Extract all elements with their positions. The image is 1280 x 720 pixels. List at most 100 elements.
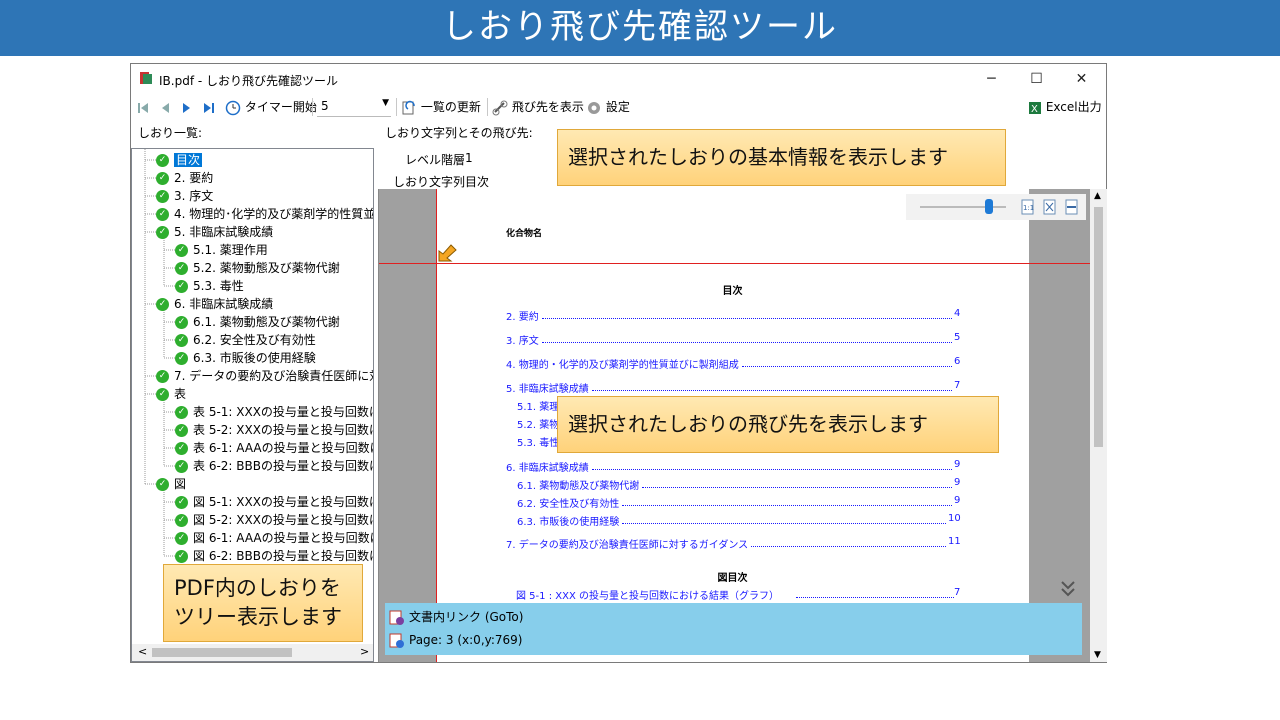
show-target-button[interactable]: 飛び先を表示 [492, 97, 584, 117]
refresh-list-button[interactable]: 一覧の更新 [401, 97, 481, 117]
tree-item[interactable]: ✓ 5.1. 薬理作用 [175, 241, 268, 259]
seconds-combobox[interactable]: 5 ▼ [317, 97, 391, 117]
target-panel-label: しおり文字列とその飛び先: [385, 126, 533, 140]
tree-item[interactable]: ✓ 図 [156, 475, 186, 493]
tree-item[interactable]: ✓ 表 5-2: XXXの投与量と投与回数にお [175, 421, 374, 439]
scroll-up-icon[interactable]: ▲ [1094, 191, 1101, 201]
toc-entry-page: 10 [948, 513, 961, 524]
zoom-slider-thumb[interactable] [984, 199, 993, 214]
toc-entry-dots [742, 366, 952, 367]
toc-entry-text[interactable]: 3. 序文 [506, 332, 539, 347]
toc-entry-text[interactable]: 5. 非臨床試験成績 [506, 380, 589, 395]
link-target-row: Page: 3 (x:0,y:769) [389, 629, 523, 651]
tree-item[interactable]: ✓ 表 6-1: AAAの投与量と投与回数にお [175, 439, 373, 457]
tree-item-label: 表 6-2: BBBの投与量と投与回数にお [193, 459, 374, 473]
tree-item[interactable]: ✓ 図 5-2: XXXの投与量と投与回数にお [175, 511, 374, 529]
page-target-icon [389, 633, 405, 649]
toc-entry-dots [642, 487, 952, 488]
tree-item-label: 表 5-2: XXXの投与量と投与回数にお [193, 423, 374, 437]
tree-item[interactable]: ✓ 表 6-2: BBBの投与量と投与回数にお [175, 457, 374, 475]
target-callout-text: 選択されたしおりの飛び先を表示します [568, 412, 928, 436]
maximize-button[interactable]: ☐ [1014, 64, 1059, 94]
tree-item-label: 7. データの要約及び治験責任医師に対す [174, 369, 374, 383]
toc-entry-text[interactable]: 6.3. 市販後の使用経験 [517, 513, 619, 528]
vertical-scrollbar[interactable]: ▲ ▼ [1090, 189, 1107, 662]
toc-title: 目次 [722, 286, 743, 297]
fig-entry-dots [796, 597, 954, 598]
horizontal-scrollbar[interactable]: < > [132, 644, 373, 661]
scroll-thumb[interactable] [152, 648, 292, 657]
tree-callout: PDF内のしおりを ツリー表示します [163, 564, 363, 642]
toc-entry-text[interactable]: 6.2. 安全性及び有効性 [517, 495, 619, 510]
tree-item[interactable]: ✓ 図 6-2: BBBの投与量と投与回数にお [175, 547, 373, 565]
scroll-thumb[interactable] [1094, 207, 1103, 447]
tree-item[interactable]: ✓ 表 [156, 385, 186, 403]
toc-entry-text[interactable]: 6.1. 薬物動態及び薬物代謝 [517, 477, 639, 492]
toc-entry-text[interactable]: 6. 非臨床試験成績 [506, 459, 589, 474]
seconds-value: 5 [321, 99, 329, 113]
toc-entry-text[interactable]: 4. 物理的・化学的及び薬剤学的性質並びに製剤組成 [506, 356, 739, 371]
tree-item[interactable]: ✓ 2. 要約 [156, 169, 213, 187]
zoom-slider-track[interactable] [920, 206, 1006, 208]
banner: しおり飛び先確認ツール [0, 0, 1280, 56]
tree-item[interactable]: ✓ 3. 序文 [156, 187, 213, 205]
check-circle-icon: ✓ [156, 226, 169, 239]
timer-button[interactable]: タイマー開始 [225, 97, 317, 117]
target-arrow-icon [438, 244, 457, 262]
toc-entry-text[interactable]: 5.1. 薬理 [517, 398, 559, 413]
fig-entry-text[interactable]: 図 5-1 : XXX の投与量と投与回数における結果（グラフ） [516, 587, 779, 602]
bookmark-text-label: しおり文字列 [393, 175, 466, 189]
tree-item[interactable]: ✓ 図 5-1: XXXの投与量と投与回数にお [175, 493, 373, 511]
tree-item[interactable]: ✓ 表 5-1: XXXの投与量と投与回数にお [175, 403, 373, 421]
tree-item-label: 図 6-1: AAAの投与量と投与回数にお [193, 531, 374, 545]
tree-item[interactable]: ✓ 目次 [156, 151, 203, 169]
minimize-button[interactable]: ─ [969, 64, 1014, 94]
check-circle-icon: ✓ [175, 352, 188, 365]
toc-entry-page: 4 [954, 308, 961, 319]
last-page-icon[interactable] [203, 97, 215, 117]
tree-item[interactable]: ✓ 6.3. 市販後の使用経験 [175, 349, 316, 367]
excel-export-button[interactable]: X Excel出力 [1028, 97, 1102, 117]
toc-entry-page: 7 [954, 380, 961, 391]
link-target-text: Page: 3 (x:0,y:769) [409, 633, 523, 647]
fit-page-icon[interactable] [1043, 199, 1057, 215]
svg-text:X: X [1031, 104, 1038, 115]
toc-entry-text[interactable]: 2. 要約 [506, 308, 539, 323]
check-circle-icon: ✓ [175, 532, 188, 545]
tree-item[interactable]: ✓ 6.2. 安全性及び有効性 [175, 331, 316, 349]
level-label: レベル階層 [405, 153, 466, 167]
toc-entry-page: 9 [954, 495, 961, 506]
target-callout: 選択されたしおりの飛び先を表示します [557, 396, 999, 453]
close-button[interactable]: ✕ [1059, 64, 1104, 94]
toc-entry-text[interactable]: 7. データの要約及び治験責任医師に対するガイダンス [506, 536, 748, 551]
toc-entry-text[interactable]: 5.2. 薬物 [517, 416, 559, 431]
settings-button[interactable]: 設定 [586, 97, 630, 117]
fit-width-icon[interactable] [1065, 199, 1079, 215]
tree-item[interactable]: ✓ 5.3. 毒性 [175, 277, 244, 295]
scroll-down-icon[interactable]: ▼ [1094, 650, 1101, 660]
tree-item[interactable]: ✓ 6.1. 薬物動態及び薬物代謝 [175, 313, 340, 331]
tree-item-label: 3. 序文 [174, 189, 214, 203]
app-icon [139, 71, 153, 85]
scroll-left-icon[interactable]: < [138, 645, 147, 658]
tree-item-label: 6.3. 市販後の使用経験 [193, 351, 316, 365]
link-icon [492, 100, 508, 115]
tree-item-label: 図 5-2: XXXの投与量と投与回数にお [193, 513, 374, 527]
scroll-down-double-chevron-icon[interactable] [1060, 580, 1076, 598]
check-circle-icon: ✓ [156, 388, 169, 401]
toc-entry-page: 9 [954, 459, 961, 470]
tree-item[interactable]: ✓ 5.2. 薬物動態及び薬物代謝 [175, 259, 340, 277]
tree-item[interactable]: ✓ 6. 非臨床試験成績 [156, 295, 273, 313]
tree-item[interactable]: ✓ 4. 物理的･化学的及び薬剤学的性質並 [156, 205, 373, 223]
tree-item[interactable]: ✓ 5. 非臨床試験成績 [156, 223, 273, 241]
toolbar-separator [487, 98, 488, 116]
first-page-icon[interactable] [137, 97, 149, 117]
next-page-icon[interactable] [181, 97, 193, 117]
doc-header: 化合物名 [506, 229, 543, 239]
toc-entry-text[interactable]: 5.3. 毒性 [517, 434, 559, 449]
tree-item[interactable]: ✓ 図 6-1: AAAの投与量と投与回数にお [175, 529, 374, 547]
tree-item[interactable]: ✓ 7. データの要約及び治験責任医師に対す [156, 367, 374, 385]
prev-page-icon[interactable] [159, 97, 171, 117]
scroll-right-icon[interactable]: > [360, 645, 369, 658]
actual-size-icon[interactable]: 1:1 [1021, 199, 1035, 215]
